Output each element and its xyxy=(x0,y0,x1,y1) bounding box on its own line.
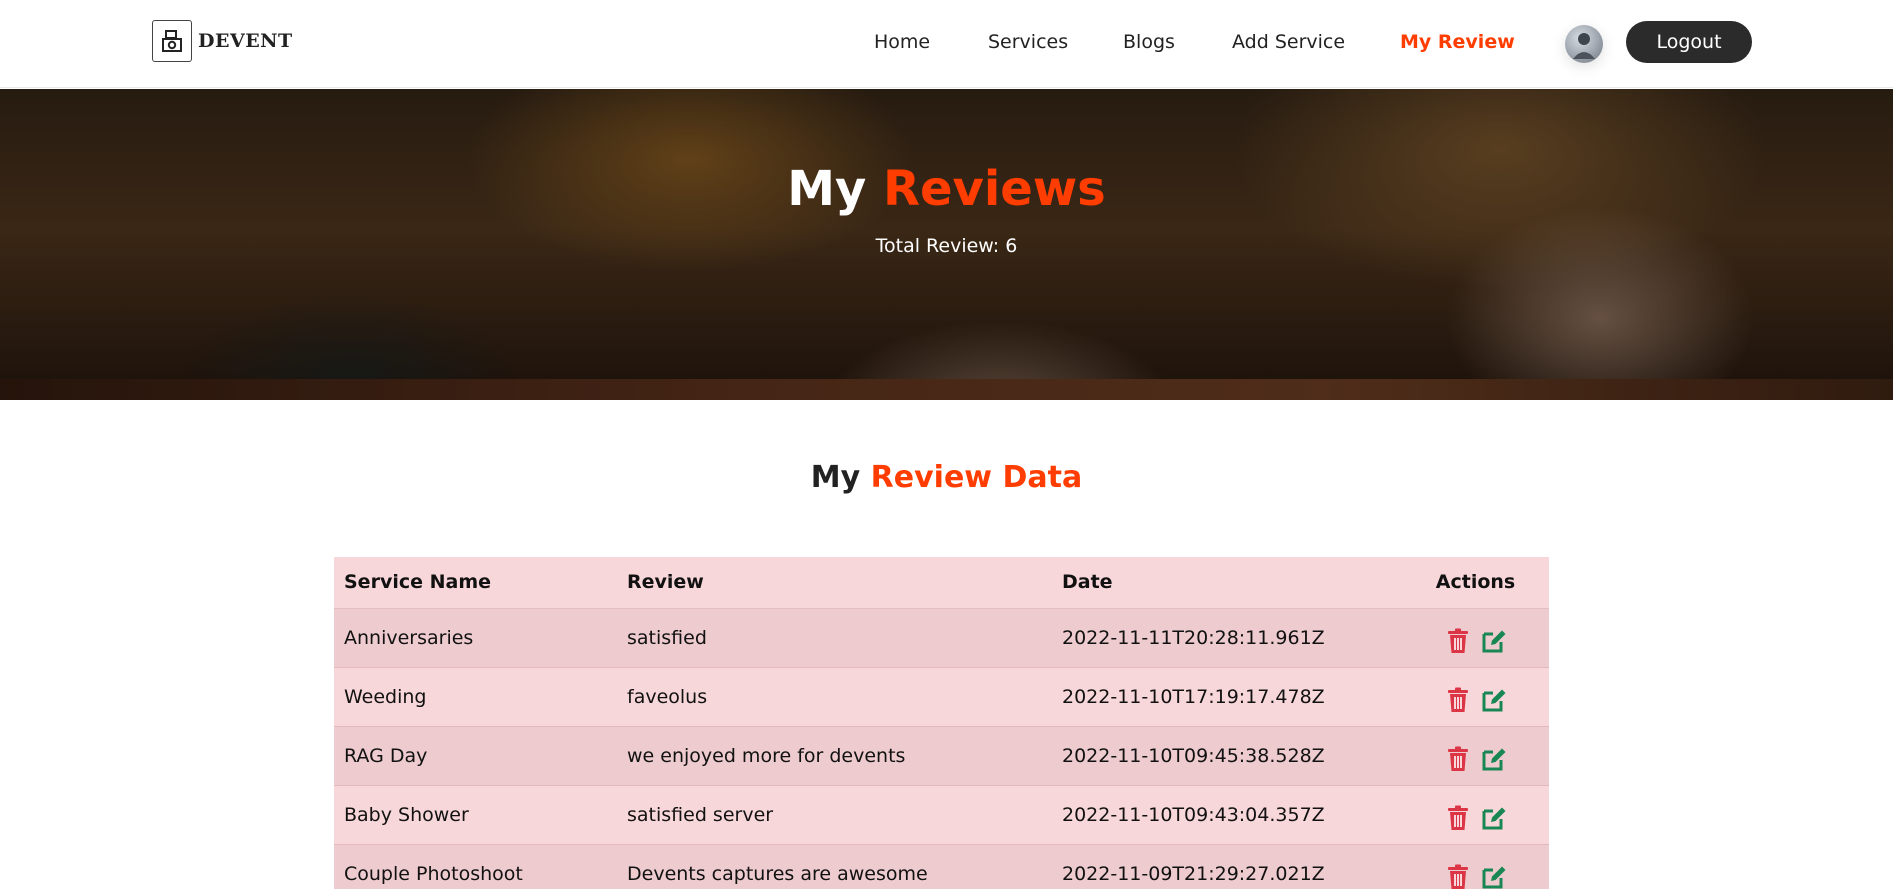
page-title-accent: Reviews xyxy=(883,161,1106,217)
cell-date: 2022-11-09T21:29:27.021Z xyxy=(1062,862,1325,885)
cell-service-name: Weeding xyxy=(344,685,427,708)
cell-review: Devents captures are awesome xyxy=(627,862,928,885)
review-table: Service Name Review Date Actions Anniver… xyxy=(334,557,1549,889)
row-actions xyxy=(1412,622,1539,654)
logout-button[interactable]: Logout xyxy=(1626,21,1752,63)
row-actions xyxy=(1412,681,1539,713)
hero-content: My Reviews Total Review: 6 xyxy=(0,89,1893,400)
cell-service-name: Couple Photoshoot xyxy=(344,862,523,885)
edit-icon[interactable] xyxy=(1481,628,1507,654)
trash-icon[interactable] xyxy=(1445,687,1471,713)
trash-icon[interactable] xyxy=(1445,746,1471,772)
review-table-container: Service Name Review Date Actions Anniver… xyxy=(334,557,1549,889)
cell-date: 2022-11-10T09:43:04.357Z xyxy=(1062,803,1325,826)
table-header: Service Name Review Date Actions xyxy=(334,557,1549,608)
edit-icon[interactable] xyxy=(1481,805,1507,831)
cell-actions xyxy=(1402,667,1549,726)
total-review-count: Total Review: 6 xyxy=(875,235,1018,257)
edit-icon[interactable] xyxy=(1481,687,1507,713)
table-row: Couple Photoshoot Devents captures are a… xyxy=(334,844,1549,889)
main-nav: Home Services Blogs Add Service My Revie… xyxy=(0,0,1893,88)
table-row: Anniversaries satisfied 2022-11-11T20:28… xyxy=(334,608,1549,667)
cell-date: 2022-11-11T20:28:11.961Z xyxy=(1062,626,1325,649)
cell-actions xyxy=(1402,844,1549,889)
table-header-row: Service Name Review Date Actions xyxy=(334,557,1549,608)
row-actions xyxy=(1412,858,1539,889)
row-actions xyxy=(1412,740,1539,772)
page: DEVENT Home Services Blogs Add Service M… xyxy=(0,0,1893,889)
nav-item-blogs[interactable]: Blogs xyxy=(1123,31,1175,53)
table-row: Weeding faveolus 2022-11-10T17:19:17.478… xyxy=(334,667,1549,726)
navbar: DEVENT Home Services Blogs Add Service M… xyxy=(0,0,1893,88)
edit-icon[interactable] xyxy=(1481,864,1507,889)
trash-icon[interactable] xyxy=(1445,805,1471,831)
section-title: My Review Data xyxy=(0,460,1893,495)
table-row: Baby Shower satisfied server 2022-11-10T… xyxy=(334,785,1549,844)
section-title-accent: Review Data xyxy=(870,460,1083,495)
avatar[interactable] xyxy=(1565,25,1603,63)
cell-actions xyxy=(1402,726,1549,785)
column-header-review: Review xyxy=(627,571,704,594)
section-title-plain: My xyxy=(810,460,861,495)
page-title: My Reviews xyxy=(0,161,1893,217)
cell-review: satisfied xyxy=(627,626,707,649)
cell-service-name: Anniversaries xyxy=(344,626,474,649)
table-body: Anniversaries satisfied 2022-11-11T20:28… xyxy=(334,608,1549,889)
cell-service-name: Baby Shower xyxy=(344,803,469,826)
column-header-date: Date xyxy=(1062,571,1113,594)
cell-actions xyxy=(1402,785,1549,844)
nav-item-services[interactable]: Services xyxy=(988,31,1068,53)
nav-item-home[interactable]: Home xyxy=(874,31,930,53)
cell-review: we enjoyed more for devents xyxy=(627,744,906,767)
table-row: RAG Day we enjoyed more for devents 2022… xyxy=(334,726,1549,785)
row-actions xyxy=(1412,799,1539,831)
nav-item-my-review[interactable]: My Review xyxy=(1400,31,1515,53)
cell-review: faveolus xyxy=(627,685,708,708)
hero-banner: My Reviews Total Review: 6 xyxy=(0,89,1893,400)
cell-service-name: RAG Day xyxy=(344,744,428,767)
cell-date: 2022-11-10T17:19:17.478Z xyxy=(1062,685,1325,708)
edit-icon[interactable] xyxy=(1481,746,1507,772)
trash-icon[interactable] xyxy=(1445,864,1471,889)
nav-item-add-service[interactable]: Add Service xyxy=(1232,31,1345,53)
column-header-service-name: Service Name xyxy=(344,571,492,594)
cell-date: 2022-11-10T09:45:38.528Z xyxy=(1062,744,1325,767)
page-title-plain: My xyxy=(787,161,867,217)
cell-review: satisfied server xyxy=(627,803,774,826)
cell-actions xyxy=(1402,608,1549,667)
column-header-actions: Actions xyxy=(1435,571,1516,594)
trash-icon[interactable] xyxy=(1445,628,1471,654)
